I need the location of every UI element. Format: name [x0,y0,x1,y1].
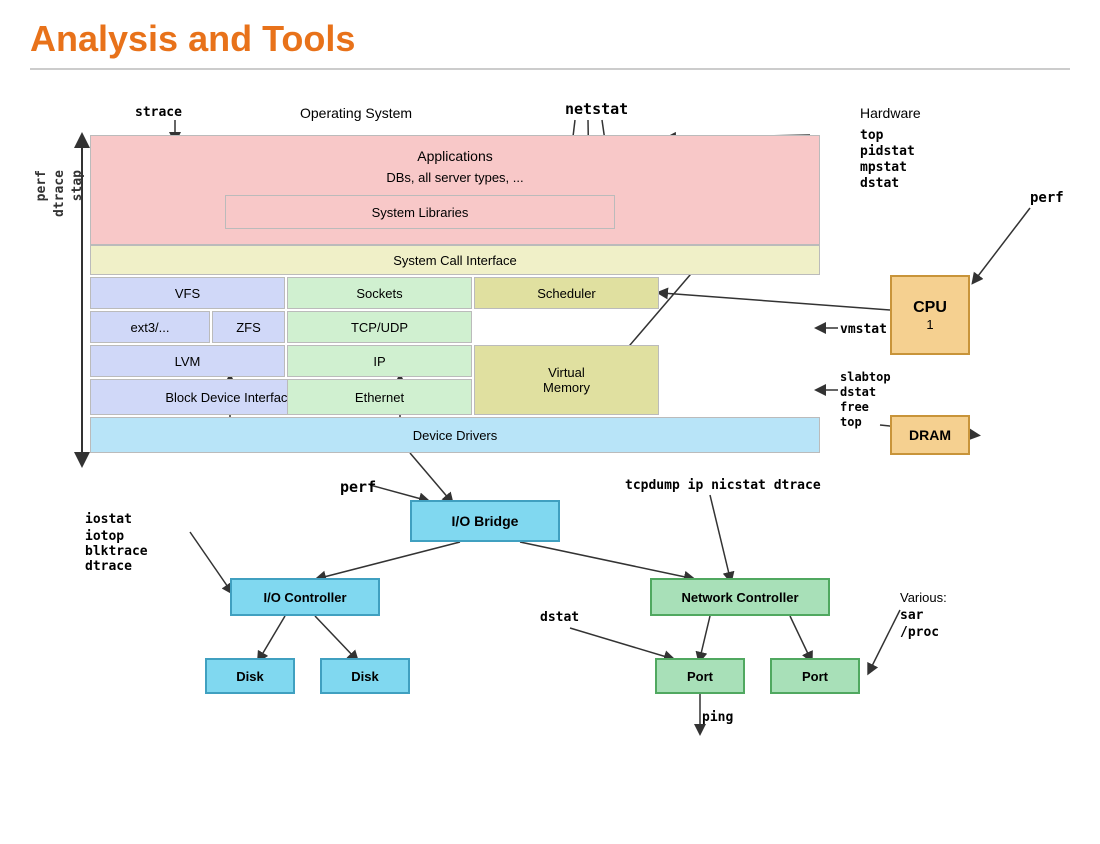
syscall-layer: System Call Interface [90,245,820,275]
applications-label: Applications [91,148,819,164]
virtual-memory-box: VirtualMemory [474,345,659,415]
cpu-box: CPU 1 [890,275,970,355]
perf-vert-label: perf [34,170,49,201]
ext3-box: ext3/... [90,311,210,343]
diagram-container: strace Operating System netstat Hardware… [30,80,1070,840]
slabtop-label: slabtop [840,370,891,384]
scheduler-box: Scheduler [474,277,659,309]
page-title: Analysis and Tools [0,0,1100,68]
free-label: free [840,400,869,414]
blktrace-label: blktrace [85,544,148,559]
io-controller-box: I/O Controller [230,578,380,616]
io-bridge-box: I/O Bridge [410,500,560,542]
top-label: top [860,128,883,143]
perf-mid-label: perf [340,478,376,496]
ip-box: IP [287,345,472,377]
dstat-top-label: dstat [860,176,899,191]
vmstat-label: vmstat [840,322,887,337]
dram-box: DRAM [890,415,970,455]
dstat3-label: dstat [540,610,579,625]
dtrace2-label: dtrace [85,559,132,574]
dtrace-vert-label: dtrace [52,170,67,217]
ping-label: ping [702,710,733,725]
lvm-box: LVM [90,345,285,377]
vfs-box: VFS [90,277,285,309]
proc-label: /proc [900,625,939,640]
mpstat-label: mpstat [860,160,907,175]
port1-box: Port [655,658,745,694]
cpu-label: CPU [913,299,947,317]
top2-label: top [840,415,862,429]
ethernet-box: Ethernet [287,379,472,415]
port2-box: Port [770,658,860,694]
disk2-box: Disk [320,658,410,694]
netstat-label: netstat [565,100,628,118]
zfs-box: ZFS [212,311,285,343]
various-label: Various: [900,590,947,605]
pidstat-label: pidstat [860,144,915,159]
perf-right-label: perf [1030,190,1064,206]
sockets-box: Sockets [287,277,472,309]
hardware-label: Hardware [860,105,921,121]
disk1-box: Disk [205,658,295,694]
sar-label: sar [900,608,923,623]
iostat-label: iostat [85,512,132,527]
os-label: Operating System [300,105,412,121]
tcpdump-label: tcpdump ip nicstat dtrace [625,478,821,493]
network-controller-box: Network Controller [650,578,830,616]
strace-label: strace [135,105,182,120]
device-drivers-layer: Device Drivers [90,417,820,453]
tcpudp-box: TCP/UDP [287,311,472,343]
system-libraries-box: System Libraries [225,195,615,229]
db-label: DBs, all server types, ... [91,170,819,185]
cpu-num: 1 [926,317,933,332]
dstat2-label: dstat [840,385,876,399]
stap-vert-label: stap [70,170,85,201]
title-divider [30,68,1070,70]
iotop-label: iotop [85,529,124,544]
